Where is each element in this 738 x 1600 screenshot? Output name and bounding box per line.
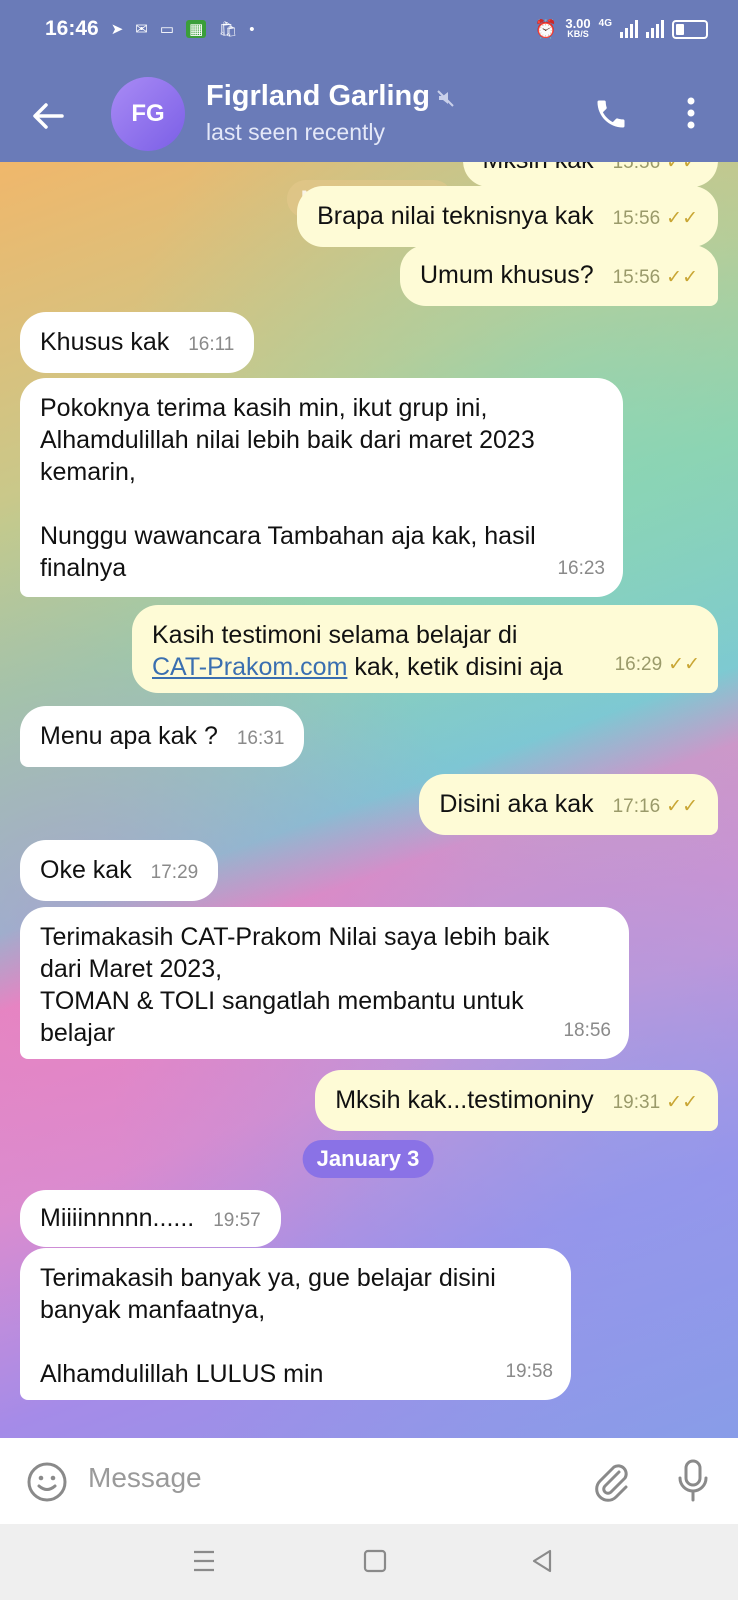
shop-notification-icon: 🛍 (218, 21, 238, 38)
message-input[interactable]: Message (88, 1462, 202, 1494)
message-text: Miiiinnnnn...... (40, 1204, 195, 1232)
menu-nav-icon[interactable] (192, 1548, 216, 1574)
message-text: Kasih testimoni selama belajar di (152, 621, 518, 649)
date-pill: January 3 (302, 1140, 434, 1178)
phone-icon[interactable] (593, 96, 629, 132)
chat-area[interactable]: Mksih kak 15:56✓✓ November 23 Brapa nila… (0, 162, 738, 1438)
message-notification-icon: ✉ (135, 21, 148, 38)
message-bubble-outgoing[interactable]: Brapa nilai teknisnya kak 15:56 ✓✓ (297, 186, 718, 247)
message-bubble-outgoing[interactable]: Kasih testimoni selama belajar di CAT-Pra… (132, 605, 718, 693)
message-time: 19:57 (213, 1210, 261, 1231)
message-text: Umum khusus? (419, 261, 594, 289)
message-time: 15:56 (612, 162, 661, 173)
message-link[interactable]: CAT-Prakom.com (152, 653, 347, 681)
message-bubble-incoming[interactable]: Terimakasih CAT-Prakom Nilai saya lebih … (20, 907, 629, 1059)
emoji-icon[interactable] (26, 1461, 68, 1503)
message-time: 16:31 (236, 728, 285, 749)
double-check-icon: ✓✓ (666, 796, 698, 817)
home-nav-icon[interactable] (363, 1548, 387, 1574)
signal-1-icon (620, 20, 638, 38)
double-check-icon: ✓✓ (666, 208, 698, 229)
message-bubble-outgoing[interactable]: Mksih kak 15:56 ✓✓ (462, 162, 718, 187)
message-time: 17:16 (612, 796, 661, 817)
contact-name[interactable]: Figrland Garling (206, 80, 430, 113)
message-bubble-incoming[interactable]: Menu apa kak ? 16:31 (20, 706, 305, 767)
message-text: Mksih kak...testimoniny (335, 1086, 594, 1114)
message-time: 16:23 (557, 558, 605, 579)
message-bubble-incoming[interactable]: Miiiinnnnn...... 19:57 (20, 1190, 281, 1247)
back-nav-icon[interactable] (530, 1548, 554, 1574)
telegram-notification-icon: ➤ (110, 21, 124, 38)
network-speed-unit: KB/S (567, 29, 589, 39)
message-bubble-outgoing[interactable]: Disini aka kak 17:16 ✓✓ (419, 774, 718, 835)
double-check-icon: ✓✓ (666, 267, 698, 288)
battery-icon (672, 19, 708, 39)
message-bubble-incoming[interactable]: Pokoknya terima kasih min, ikut grup ini… (20, 378, 623, 597)
message-time: 19:58 (505, 1361, 553, 1382)
message-text: Pokoknya terima kasih min, ikut grup ini… (40, 394, 536, 582)
message-time: 17:29 (150, 862, 199, 883)
network-speed: 3.00 (565, 16, 591, 31)
message-time: 15:56 (612, 267, 661, 288)
message-time: 16:29 (614, 654, 663, 675)
message-composer: Message (0, 1438, 738, 1524)
status-time: 16:46 (45, 17, 99, 40)
muted-icon (437, 90, 454, 107)
system-nav-bar (0, 1524, 738, 1600)
message-bubble-outgoing[interactable]: Umum khusus? 15:56 ✓✓ (399, 245, 718, 306)
message-text: Brapa nilai teknisnya kak (317, 202, 594, 230)
message-bubble-incoming[interactable]: Terimakasih banyak ya, gue belajar disin… (20, 1248, 571, 1400)
card-notification-icon: ▭ (159, 21, 175, 38)
back-arrow-icon[interactable] (28, 96, 68, 136)
signal-2-icon (646, 20, 664, 38)
double-check-icon: ✓✓ (666, 1092, 698, 1113)
message-time: 15:56 (612, 208, 661, 229)
chat-header: 16:46 ➤ ✉ ▭ ▦ 🛍 • ⏰ 3.00 KB/S 4G FG Figr… (0, 0, 738, 162)
app-notification-icon: ▦ (186, 20, 207, 38)
alarm-icon: ⏰ (534, 18, 558, 39)
status-bar: 16:46 ➤ ✉ ▭ ▦ 🛍 • ⏰ 3.00 KB/S 4G (45, 14, 708, 44)
message-bubble-incoming[interactable]: Oke kak 17:29 (20, 840, 219, 901)
double-check-icon: ✓✓ (666, 162, 698, 173)
message-text: Disini aka kak (439, 790, 594, 818)
more-options-icon[interactable] (686, 96, 696, 130)
message-time: 18:56 (563, 1020, 611, 1041)
message-text-continued: kak, ketik disini aja (347, 653, 563, 681)
message-text: Terimakasih banyak ya, gue belajar disin… (40, 1264, 496, 1388)
message-bubble-incoming[interactable]: Khusus kak 16:11 (20, 312, 255, 373)
message-text: Menu apa kak ? (40, 722, 218, 750)
paperclip-icon[interactable] (592, 1460, 632, 1502)
microphone-icon[interactable] (676, 1458, 710, 1504)
avatar[interactable]: FG (111, 77, 185, 151)
message-bubble-outgoing[interactable]: Mksih kak...testimoniny 19:31 ✓✓ (315, 1070, 718, 1131)
last-seen-status: last seen recently (206, 119, 385, 145)
message-text: Oke kak (40, 856, 132, 884)
message-time: 16:11 (188, 334, 235, 355)
message-time: 19:31 (612, 1092, 661, 1113)
message-text: Khusus kak (40, 328, 170, 356)
more-notifications-dot-icon: • (249, 20, 255, 38)
message-text: Terimakasih CAT-Prakom Nilai saya lebih … (40, 923, 550, 1047)
network-type: 4G (598, 18, 612, 29)
message-text: Mksih kak (483, 162, 594, 174)
double-check-icon: ✓✓ (668, 654, 700, 675)
